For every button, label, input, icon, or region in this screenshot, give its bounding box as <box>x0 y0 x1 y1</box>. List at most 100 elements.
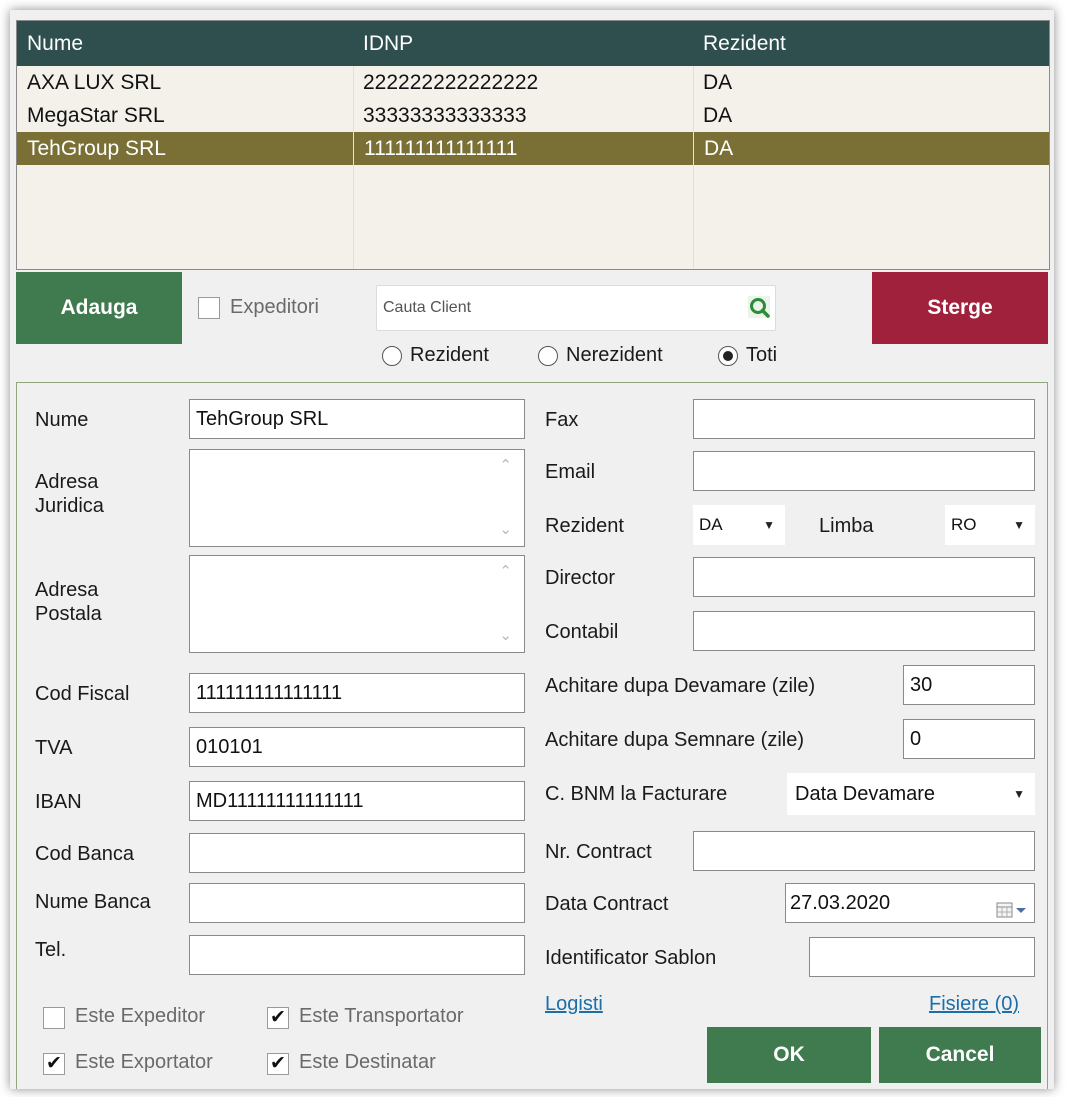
check-icon: ✔ <box>270 1007 286 1028</box>
scroll-down-icon[interactable]: ⌄ <box>499 520 512 538</box>
este-destinatar-label: Este Destinatar <box>299 1051 436 1073</box>
search-icon[interactable] <box>748 296 770 318</box>
director-field[interactable] <box>693 557 1035 597</box>
cod-fiscal-label: Cod Fiscal <box>35 683 130 705</box>
limba-select-value: RO <box>951 515 977 534</box>
data-contract-field[interactable]: 27.03.2020 <box>785 883 1035 923</box>
contabil-label: Contabil <box>545 621 619 643</box>
cod-banca-label: Cod Banca <box>35 843 134 865</box>
limba-label: Limba <box>819 515 874 537</box>
fax-label: Fax <box>545 409 579 431</box>
cell-nume: MegaStar SRL <box>27 104 165 127</box>
adresa-juridica-field[interactable]: ⌃ ⌄ <box>189 449 525 547</box>
filter-rezident-radio[interactable] <box>382 346 402 366</box>
scroll-up-icon[interactable]: ⌃ <box>499 562 512 580</box>
este-exportator-checkbox[interactable]: ✔ <box>43 1053 65 1075</box>
nume-banca-field[interactable] <box>189 883 525 923</box>
fax-field[interactable] <box>693 399 1035 439</box>
adresa-postala-label: Adresa <box>35 579 99 601</box>
scroll-up-icon[interactable]: ⌃ <box>499 456 512 474</box>
clients-grid: Nume IDNP Rezident AXA LUX SRL 222222222… <box>16 20 1050 270</box>
search-input[interactable]: Cauta Client <box>376 285 776 331</box>
table-row-selected[interactable]: TehGroup SRL 111111111111111 DA <box>17 132 1049 165</box>
email-label: Email <box>545 461 596 483</box>
client-form: Nume TehGroup SRL Adresa Juridica ⌃ ⌄ Ad… <box>16 382 1048 1089</box>
tva-field[interactable]: 010101 <box>189 727 525 767</box>
achitare-devamare-field[interactable]: 30 <box>903 665 1035 705</box>
table-row[interactable]: AXA LUX SRL 222222222222222 DA <box>17 66 1049 99</box>
fisiere-link[interactable]: Fisiere (0) <box>929 993 1019 1016</box>
director-label: Director <box>545 567 616 589</box>
este-transportator-label: Este Transportator <box>299 1005 464 1027</box>
expeditori-checkbox[interactable] <box>198 297 220 319</box>
este-expeditor-checkbox[interactable] <box>43 1007 65 1029</box>
expeditori-label: Expeditori <box>230 296 319 318</box>
tel-field[interactable] <box>189 935 525 975</box>
cell-nume: AXA LUX SRL <box>27 71 162 94</box>
contabil-field[interactable] <box>693 611 1035 651</box>
este-exportator-label: Este Exportator <box>75 1051 213 1073</box>
filter-toti-radio[interactable] <box>718 346 738 366</box>
rezident-label: Rezident <box>545 515 624 537</box>
calendar-icon[interactable] <box>996 894 1028 918</box>
nume-banca-label: Nume Banca <box>35 891 151 913</box>
adresa-postala-label-2: Postala <box>35 603 102 625</box>
limba-select[interactable]: RO ▼ <box>945 505 1035 545</box>
table-row[interactable]: MegaStar SRL 33333333333333 DA <box>17 99 1049 132</box>
adresa-postala-field[interactable]: ⌃ ⌄ <box>189 555 525 653</box>
delete-button[interactable]: Sterge <box>872 272 1048 344</box>
iban-label: IBAN <box>35 791 82 813</box>
grid-header: Nume IDNP Rezident <box>17 21 1049 66</box>
achitare-devamare-label: Achitare dupa Devamare (zile) <box>545 675 816 697</box>
bnm-facturare-value: Data Devamare <box>795 783 936 805</box>
cell-idnp: 111111111111111 <box>353 132 693 165</box>
filter-nerezident-label: Nerezident <box>566 344 663 366</box>
cell-nume: TehGroup SRL <box>27 137 166 160</box>
este-destinatar-checkbox[interactable]: ✔ <box>267 1053 289 1075</box>
identificator-sablon-field[interactable] <box>809 937 1035 977</box>
bnm-facturare-select[interactable]: Data Devamare ▼ <box>787 773 1035 815</box>
iban-field[interactable]: MD11111111111111 <box>189 781 525 821</box>
adresa-juridica-label: Adresa <box>35 471 99 493</box>
cell-idnp: 222222222222222 <box>363 71 539 94</box>
filter-rezident-label: Rezident <box>410 344 489 366</box>
cell-rezident: DA <box>703 104 733 127</box>
data-contract-label: Data Contract <box>545 893 669 915</box>
este-expeditor-label: Este Expeditor <box>75 1005 206 1027</box>
nume-label: Nume <box>35 409 89 431</box>
nr-contract-field[interactable] <box>693 831 1035 871</box>
tel-label: Tel. <box>35 939 67 961</box>
column-header-idnp[interactable]: IDNP <box>353 21 693 66</box>
data-contract-value: 27.03.2020 <box>790 892 891 914</box>
cell-idnp: 33333333333333 <box>363 104 527 127</box>
bnm-facturare-label: C. BNM la Facturare <box>545 783 728 805</box>
cancel-button[interactable]: Cancel <box>879 1027 1041 1083</box>
este-transportator-checkbox[interactable]: ✔ <box>267 1007 289 1029</box>
email-field[interactable] <box>693 451 1035 491</box>
client-window: Nume IDNP Rezident AXA LUX SRL 222222222… <box>10 10 1054 1089</box>
column-header-rezident[interactable]: Rezident <box>693 21 1049 66</box>
check-icon: ✔ <box>46 1053 62 1074</box>
chevron-down-icon: ▼ <box>763 518 775 532</box>
filter-nerezident-radio[interactable] <box>538 346 558 366</box>
filter-toti-label: Toti <box>746 344 778 366</box>
cod-fiscal-field[interactable]: 111111111111111 <box>189 673 525 713</box>
cod-banca-field[interactable] <box>189 833 525 873</box>
add-button[interactable]: Adauga <box>16 272 182 344</box>
chevron-down-icon: ▼ <box>1013 518 1025 532</box>
chevron-down-icon: ▼ <box>1013 787 1025 801</box>
achitare-semnare-field[interactable]: 0 <box>903 719 1035 759</box>
identificator-sablon-label: Identificator Sablon <box>545 947 717 969</box>
scroll-down-icon[interactable]: ⌄ <box>499 626 512 644</box>
column-header-nume[interactable]: Nume <box>17 21 353 66</box>
logisti-link[interactable]: Logisti <box>545 993 603 1016</box>
rezident-select-value: DA <box>699 515 723 534</box>
rezident-select[interactable]: DA ▼ <box>693 505 785 545</box>
achitare-semnare-label: Achitare dupa Semnare (zile) <box>545 729 805 751</box>
nr-contract-label: Nr. Contract <box>545 841 652 863</box>
nume-field[interactable]: TehGroup SRL <box>189 399 525 439</box>
check-icon: ✔ <box>270 1053 286 1074</box>
ok-button[interactable]: OK <box>707 1027 871 1083</box>
cell-rezident: DA <box>693 132 1049 165</box>
tva-label: TVA <box>35 737 73 759</box>
